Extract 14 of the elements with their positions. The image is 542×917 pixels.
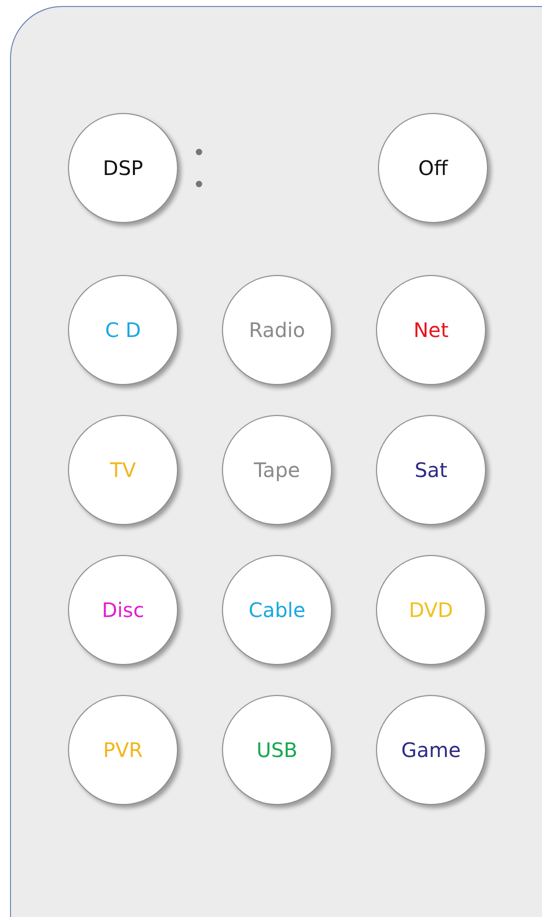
source-button[interactable]: Disc [68, 555, 178, 665]
source-button[interactable]: Radio [222, 275, 332, 385]
source-button[interactable]: USB [222, 695, 332, 805]
dots-icon [195, 148, 203, 188]
source-button[interactable]: Net [376, 275, 486, 385]
source-button[interactable]: TV [68, 415, 178, 525]
source-button[interactable]: Game [376, 695, 486, 805]
dsp-button[interactable]: DSP [68, 113, 178, 223]
source-button[interactable]: Tape [222, 415, 332, 525]
source-button[interactable]: Sat [376, 415, 486, 525]
off-button[interactable]: Off [378, 113, 488, 223]
source-button[interactable]: PVR [68, 695, 178, 805]
source-button[interactable]: C D [68, 275, 178, 385]
source-button[interactable]: Cable [222, 555, 332, 665]
